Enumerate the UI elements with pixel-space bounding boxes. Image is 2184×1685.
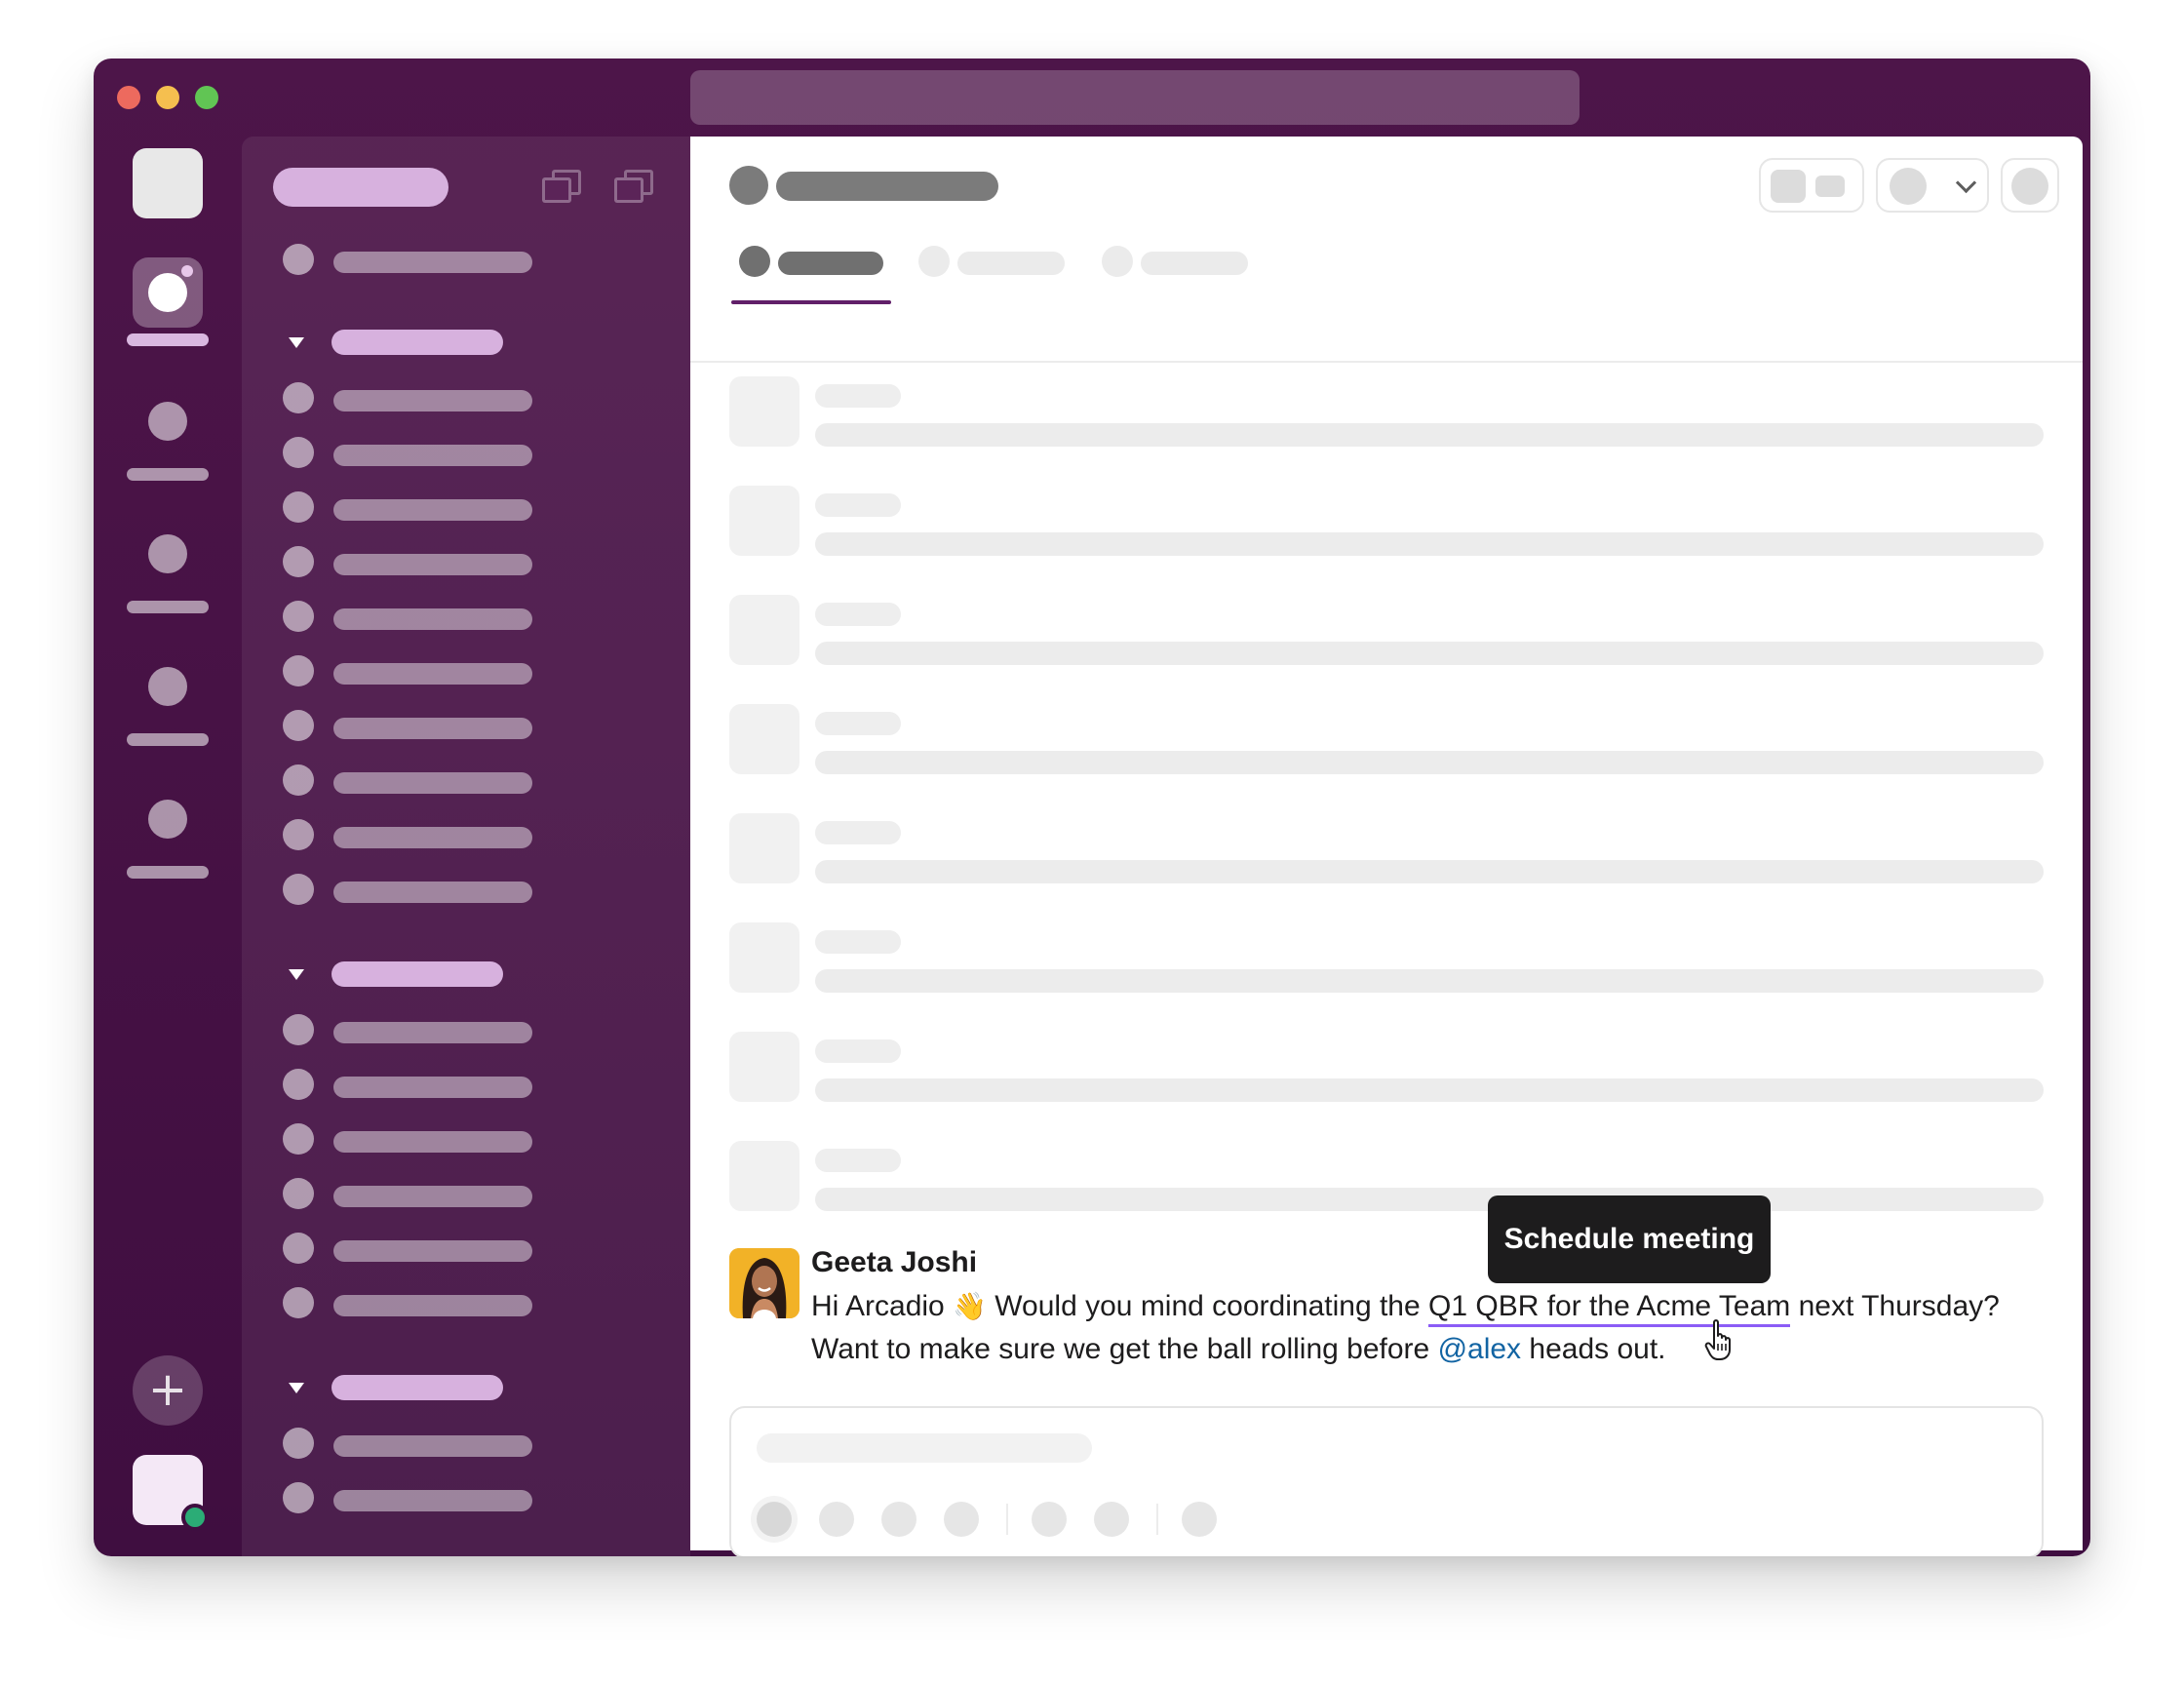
message-text: Hi Arcadio: [811, 1290, 954, 1322]
online-status-indicator: [181, 1504, 209, 1531]
zoom-window-button[interactable]: [195, 86, 218, 109]
plus-icon: +: [147, 1362, 188, 1417]
wave-emoji: 👋: [953, 1290, 987, 1322]
channel-sidebar: [242, 137, 690, 1556]
app-window: + Geeta Joshi Hi Arcadio 👋 Would you min…: [94, 59, 2090, 1556]
search-bar[interactable]: [690, 70, 1580, 125]
tab-divider: [690, 361, 2083, 363]
minimize-window-button[interactable]: [156, 86, 179, 109]
tab-pins[interactable]: [1094, 246, 1250, 304]
message-placeholder: [729, 922, 2075, 1000]
channel-icon: [729, 166, 768, 205]
user-avatar[interactable]: [133, 1455, 209, 1531]
toolbar-divider: [1156, 1504, 1158, 1535]
hand-pointer-icon: [1704, 1319, 1731, 1360]
workspace-name-placeholder[interactable]: [273, 168, 448, 207]
message-placeholder: [729, 813, 2075, 891]
more-button[interactable]: [2001, 158, 2059, 213]
unread-dot: [181, 265, 193, 277]
message-line: Hi Arcadio 👋 Would you mind coordinating…: [811, 1285, 2059, 1328]
author-photo: [729, 1248, 800, 1318]
filter-icon[interactable]: [542, 170, 581, 203]
format-button[interactable]: [1182, 1502, 1217, 1537]
message-text: next Thursday?: [1790, 1290, 2000, 1322]
collapse-icon: [289, 337, 304, 348]
chevron-down-icon: [1955, 172, 1977, 194]
message-placeholder: [729, 376, 2075, 454]
message-text: heads out.: [1521, 1333, 1666, 1365]
close-window-button[interactable]: [117, 86, 140, 109]
rail-nav-icon[interactable]: [148, 667, 187, 706]
home-icon: [148, 273, 187, 312]
author-avatar[interactable]: [729, 1248, 800, 1318]
toolbar-divider: [1006, 1504, 1008, 1535]
home-label-placeholder: [127, 333, 209, 346]
tab-files[interactable]: [911, 246, 1067, 304]
collapse-icon: [289, 1383, 304, 1393]
collapse-icon: [289, 969, 304, 980]
format-button[interactable]: [881, 1502, 916, 1537]
rail-nav-icon[interactable]: [148, 534, 187, 573]
format-button[interactable]: [757, 1502, 792, 1537]
message-placeholder: [729, 1141, 2075, 1219]
tab-messages[interactable]: [731, 246, 891, 304]
message-line: Want to make sure we get the ball rollin…: [811, 1328, 2059, 1371]
rail-nav-label-placeholder: [127, 601, 209, 613]
rail-nav-icon[interactable]: [148, 800, 187, 839]
message-placeholder: [729, 486, 2075, 564]
message-placeholder: [729, 595, 2075, 673]
composer-placeholder: [757, 1433, 1092, 1463]
rail-nav-icon[interactable]: [148, 402, 187, 441]
format-button[interactable]: [1032, 1502, 1067, 1537]
rail-nav-label-placeholder: [127, 468, 209, 481]
huddle-button[interactable]: [1759, 158, 1864, 213]
format-button[interactable]: [944, 1502, 979, 1537]
new-message-icon[interactable]: [614, 170, 653, 203]
message-composer[interactable]: [729, 1406, 2044, 1556]
message-text: Would you mind coordinating the: [986, 1290, 1428, 1322]
schedule-meeting-tooltip: Schedule meeting: [1488, 1195, 1771, 1283]
format-button[interactable]: [1094, 1502, 1129, 1537]
add-workspace-button[interactable]: +: [133, 1355, 203, 1426]
user-mention[interactable]: @alex: [1438, 1333, 1522, 1365]
members-button[interactable]: [1876, 158, 1989, 213]
message-placeholder: [729, 1032, 2075, 1110]
message-placeholder: [729, 704, 2075, 782]
format-button[interactable]: [819, 1502, 854, 1537]
rail-nav-label-placeholder: [127, 866, 209, 879]
message-author[interactable]: Geeta Joshi: [811, 1246, 977, 1279]
active-tab-underline: [731, 300, 891, 304]
message-body: Hi Arcadio 👋 Would you mind coordinating…: [811, 1285, 2059, 1371]
home-button[interactable]: [133, 257, 203, 328]
workspace-icon[interactable]: [133, 148, 203, 218]
channel-name-placeholder[interactable]: [776, 172, 998, 201]
channel-pane: Geeta Joshi Hi Arcadio 👋 Would you mind …: [690, 137, 2083, 1556]
rail-nav-label-placeholder: [127, 733, 209, 746]
message-text: Want to make sure we get the ball rollin…: [811, 1333, 1438, 1365]
